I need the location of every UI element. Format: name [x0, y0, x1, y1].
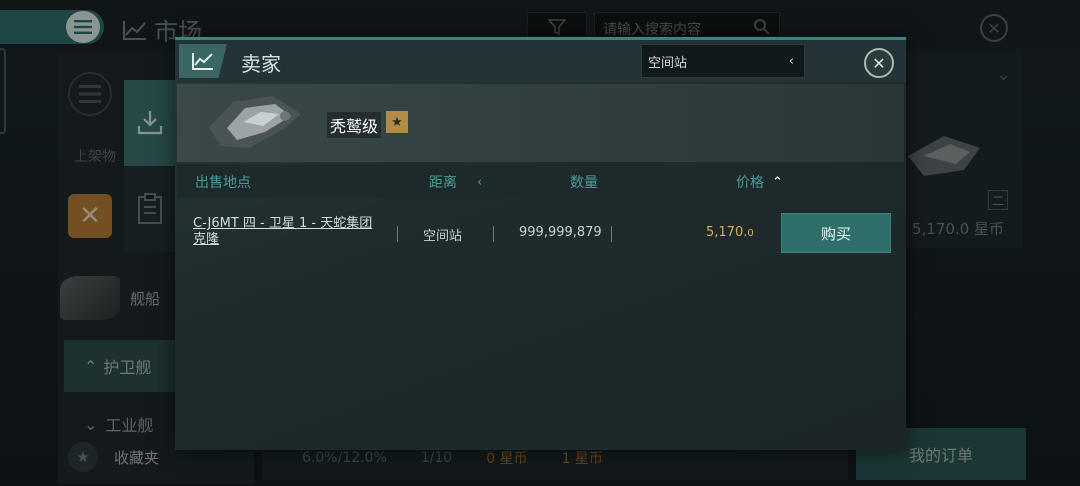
quantity-value: 999,999,879 — [519, 225, 602, 240]
table-row: C-J6MT 四 - 卫星 1 - 天蛇集团 克隆 空间站 999,999,87… — [177, 198, 904, 266]
ship-name: 秃鹫级 — [327, 112, 382, 138]
modal-title: 卖家 — [241, 52, 281, 76]
column-location: 出售地点 — [195, 172, 251, 192]
column-divider — [493, 226, 494, 242]
column-quantity[interactable]: 数量 — [570, 172, 598, 192]
chart-icon — [192, 53, 213, 70]
column-distance[interactable]: 距离 ‹ — [429, 172, 482, 192]
column-divider — [611, 226, 612, 242]
price-value: 5,170.0 — [706, 225, 754, 240]
price-decimal: 0 — [747, 228, 754, 239]
column-distance-label: 距离 — [429, 175, 457, 191]
ship-image — [209, 96, 301, 148]
chevron-left-icon: ‹ — [477, 174, 483, 190]
column-price-label: 价格 — [736, 175, 764, 191]
star-icon: ★ — [386, 111, 408, 133]
close-button[interactable]: ✕ — [864, 48, 894, 78]
ship-banner: 秃鹫级 ★ — [177, 84, 904, 162]
sell-location-link[interactable]: C-J6MT 四 - 卫星 1 - 天蛇集团 克隆 — [193, 216, 383, 248]
price-main: 5,170. — [706, 225, 748, 240]
column-location-label: 出售地点 — [195, 175, 251, 191]
location-select[interactable]: 空间站 ‹ — [641, 44, 805, 78]
seller-modal: 卖家 空间站 ‹ ✕ 秃鹫级 ★ 出售地点 距离 ‹ 数量 价格 ⌃ C-J6M — [175, 37, 906, 450]
table-header: 出售地点 距离 ‹ 数量 价格 ⌃ — [177, 164, 904, 198]
distance-value: 空间站 — [423, 229, 463, 244]
buy-button[interactable]: 购买 — [781, 213, 891, 253]
chevron-up-icon: ⌃ — [772, 174, 783, 190]
column-divider — [397, 226, 398, 242]
close-icon: ✕ — [872, 53, 886, 73]
location-select-value: 空间站 — [648, 55, 688, 71]
chevron-left-icon: ‹ — [788, 53, 794, 69]
column-quantity-label: 数量 — [570, 175, 598, 191]
column-price[interactable]: 价格 ⌃ — [736, 172, 783, 192]
